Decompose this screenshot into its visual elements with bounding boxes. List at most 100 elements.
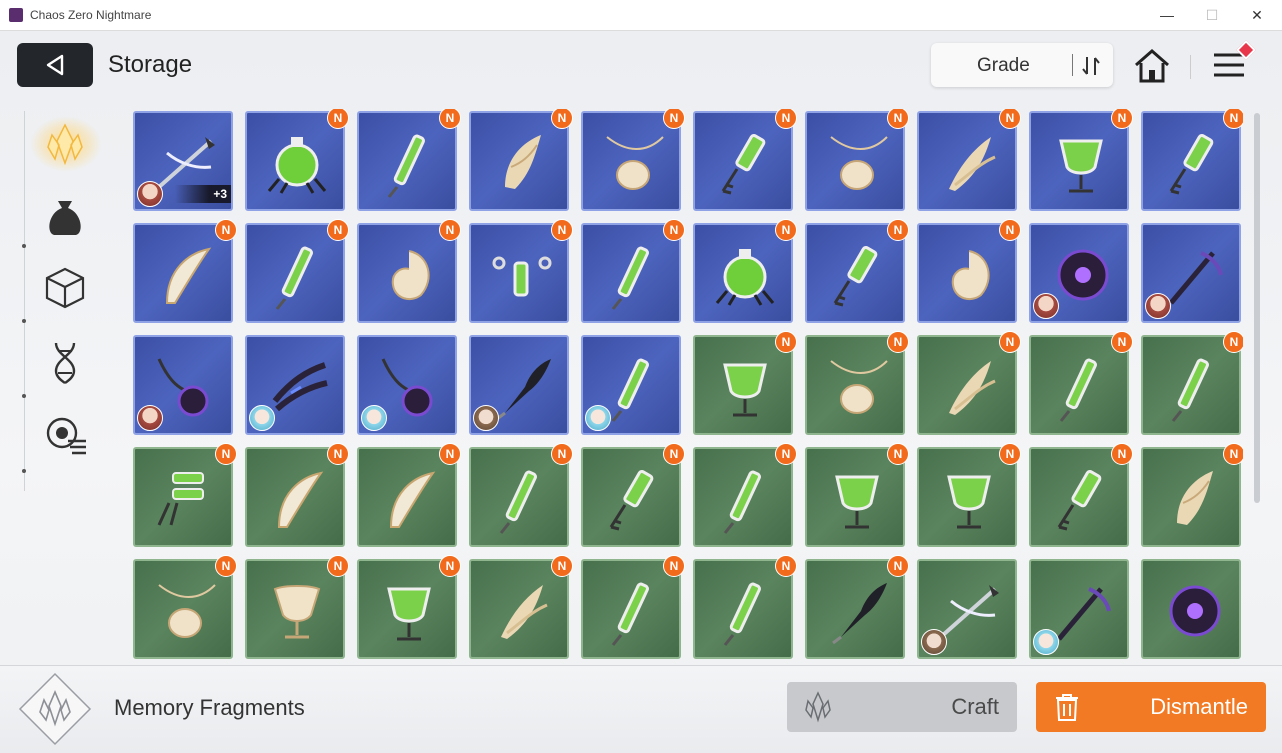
item-slot[interactable]: N bbox=[245, 109, 349, 211]
feather-mask-icon bbox=[1177, 471, 1213, 525]
new-badge: N bbox=[1111, 443, 1133, 465]
item-slot[interactable]: N bbox=[693, 555, 797, 659]
crystal-icon bbox=[47, 123, 83, 166]
chalice-icon bbox=[273, 585, 321, 639]
new-badge: N bbox=[999, 219, 1021, 241]
item-slot[interactable]: N bbox=[245, 443, 349, 547]
item-slot[interactable]: N bbox=[357, 109, 461, 211]
item-slot[interactable]: +3 bbox=[133, 111, 233, 211]
item-slot[interactable] bbox=[357, 335, 457, 435]
item-slot[interactable]: N bbox=[357, 443, 461, 547]
shell-icon bbox=[391, 250, 430, 301]
item-slot[interactable]: N bbox=[469, 555, 573, 659]
item-slot[interactable]: N bbox=[357, 555, 461, 659]
item-slot[interactable]: N bbox=[693, 109, 797, 211]
item-slot[interactable]: N bbox=[1141, 109, 1243, 211]
new-badge: N bbox=[1223, 109, 1243, 129]
new-badge: N bbox=[663, 109, 685, 129]
item-slot[interactable]: N bbox=[357, 219, 461, 323]
item-grid: +3 N N N N N N N N N N N N N N N N N N N N N N N N N N N N N N N N N N N N N N… bbox=[133, 109, 1243, 665]
item-slot[interactable]: N bbox=[133, 443, 237, 547]
item-slot[interactable]: N bbox=[1141, 443, 1243, 547]
item-slot[interactable] bbox=[1029, 559, 1129, 659]
goblet-icon bbox=[835, 475, 879, 529]
item-slot[interactable]: N bbox=[917, 443, 1021, 547]
sidebar-item-cube[interactable] bbox=[40, 263, 90, 313]
item-slot[interactable] bbox=[1141, 559, 1241, 659]
syringe-icon bbox=[723, 582, 761, 646]
minimize-button[interactable]: — bbox=[1154, 5, 1180, 25]
item-slot[interactable] bbox=[469, 335, 569, 435]
syringe-icon bbox=[611, 246, 649, 310]
item-slot[interactable]: N bbox=[581, 219, 685, 323]
item-slot[interactable]: N bbox=[805, 331, 909, 435]
sidebar-item-memory-fragments[interactable] bbox=[40, 119, 90, 169]
new-badge: N bbox=[327, 109, 349, 129]
item-slot[interactable]: N bbox=[1029, 331, 1133, 435]
item-slot[interactable] bbox=[133, 335, 233, 435]
maximize-button[interactable]: ☐ bbox=[1199, 5, 1225, 25]
item-slot[interactable]: N bbox=[1141, 331, 1243, 435]
close-button[interactable]: ✕ bbox=[1244, 5, 1270, 25]
goblet-icon bbox=[947, 475, 991, 529]
new-badge: N bbox=[775, 555, 797, 577]
new-badge: N bbox=[439, 443, 461, 465]
item-slot[interactable]: N bbox=[133, 555, 237, 659]
home-icon[interactable] bbox=[1133, 48, 1171, 84]
craft-button[interactable]: Craft bbox=[787, 682, 1017, 732]
dismantle-label: Dismantle bbox=[1150, 694, 1248, 719]
item-slot[interactable]: N bbox=[469, 219, 573, 323]
item-slot[interactable]: N bbox=[917, 331, 1021, 435]
owner-avatar bbox=[361, 405, 387, 431]
item-slot[interactable] bbox=[1141, 223, 1241, 323]
item-slot[interactable]: N bbox=[917, 109, 1021, 211]
goblet-icon bbox=[1059, 139, 1103, 193]
item-slot[interactable] bbox=[245, 335, 345, 435]
feathers-icon bbox=[949, 361, 996, 415]
sidebar-item-bag[interactable] bbox=[40, 191, 90, 241]
syringe-icon bbox=[1171, 358, 1209, 422]
new-badge: N bbox=[775, 443, 797, 465]
item-slot[interactable] bbox=[917, 559, 1017, 659]
item-slot[interactable]: N bbox=[469, 443, 573, 547]
new-badge: N bbox=[775, 109, 797, 129]
item-slot[interactable]: N bbox=[581, 555, 685, 659]
item-slot[interactable] bbox=[1029, 223, 1129, 323]
back-button[interactable] bbox=[17, 43, 93, 87]
item-slot[interactable]: N bbox=[581, 109, 685, 211]
sort-grade-button[interactable]: Grade bbox=[931, 43, 1113, 87]
item-slot[interactable]: N bbox=[917, 219, 1021, 323]
item-slot[interactable]: N bbox=[805, 443, 909, 547]
new-badge: N bbox=[215, 555, 237, 577]
sidebar-dot bbox=[22, 319, 26, 323]
new-badge: N bbox=[551, 555, 573, 577]
item-slot[interactable] bbox=[581, 335, 681, 435]
item-slot[interactable]: N bbox=[1029, 109, 1133, 211]
sidebar-item-dna[interactable] bbox=[40, 337, 90, 387]
grid-scrollbar[interactable] bbox=[1254, 113, 1260, 503]
item-slot[interactable]: N bbox=[245, 555, 349, 659]
dismantle-button[interactable]: Dismantle bbox=[1036, 682, 1266, 732]
new-badge: N bbox=[887, 331, 909, 353]
new-badge: N bbox=[887, 443, 909, 465]
item-slot[interactable]: N bbox=[805, 219, 909, 323]
item-slot[interactable]: N bbox=[245, 219, 349, 323]
sidebar-item-skin[interactable] bbox=[40, 411, 90, 461]
feathers-icon bbox=[501, 585, 548, 639]
item-slot[interactable]: N bbox=[581, 443, 685, 547]
item-slot[interactable]: N bbox=[805, 555, 909, 659]
bottom-bar: Memory Fragments Craft Dismantle bbox=[0, 665, 1282, 753]
sidebar-dot bbox=[22, 394, 26, 398]
item-slot[interactable]: N bbox=[693, 331, 797, 435]
new-badge: N bbox=[439, 555, 461, 577]
back-arrow-icon bbox=[46, 54, 64, 76]
item-slot[interactable]: N bbox=[805, 109, 909, 211]
item-slot[interactable]: N bbox=[693, 219, 797, 323]
key-vial-icon bbox=[721, 134, 766, 195]
item-slot[interactable]: N bbox=[133, 219, 237, 323]
item-slot[interactable]: N bbox=[1029, 443, 1133, 547]
item-slot[interactable]: N bbox=[469, 109, 573, 211]
key-vial-icon bbox=[833, 246, 878, 307]
item-slot[interactable]: N bbox=[693, 443, 797, 547]
flask-spider-icon bbox=[267, 137, 327, 194]
